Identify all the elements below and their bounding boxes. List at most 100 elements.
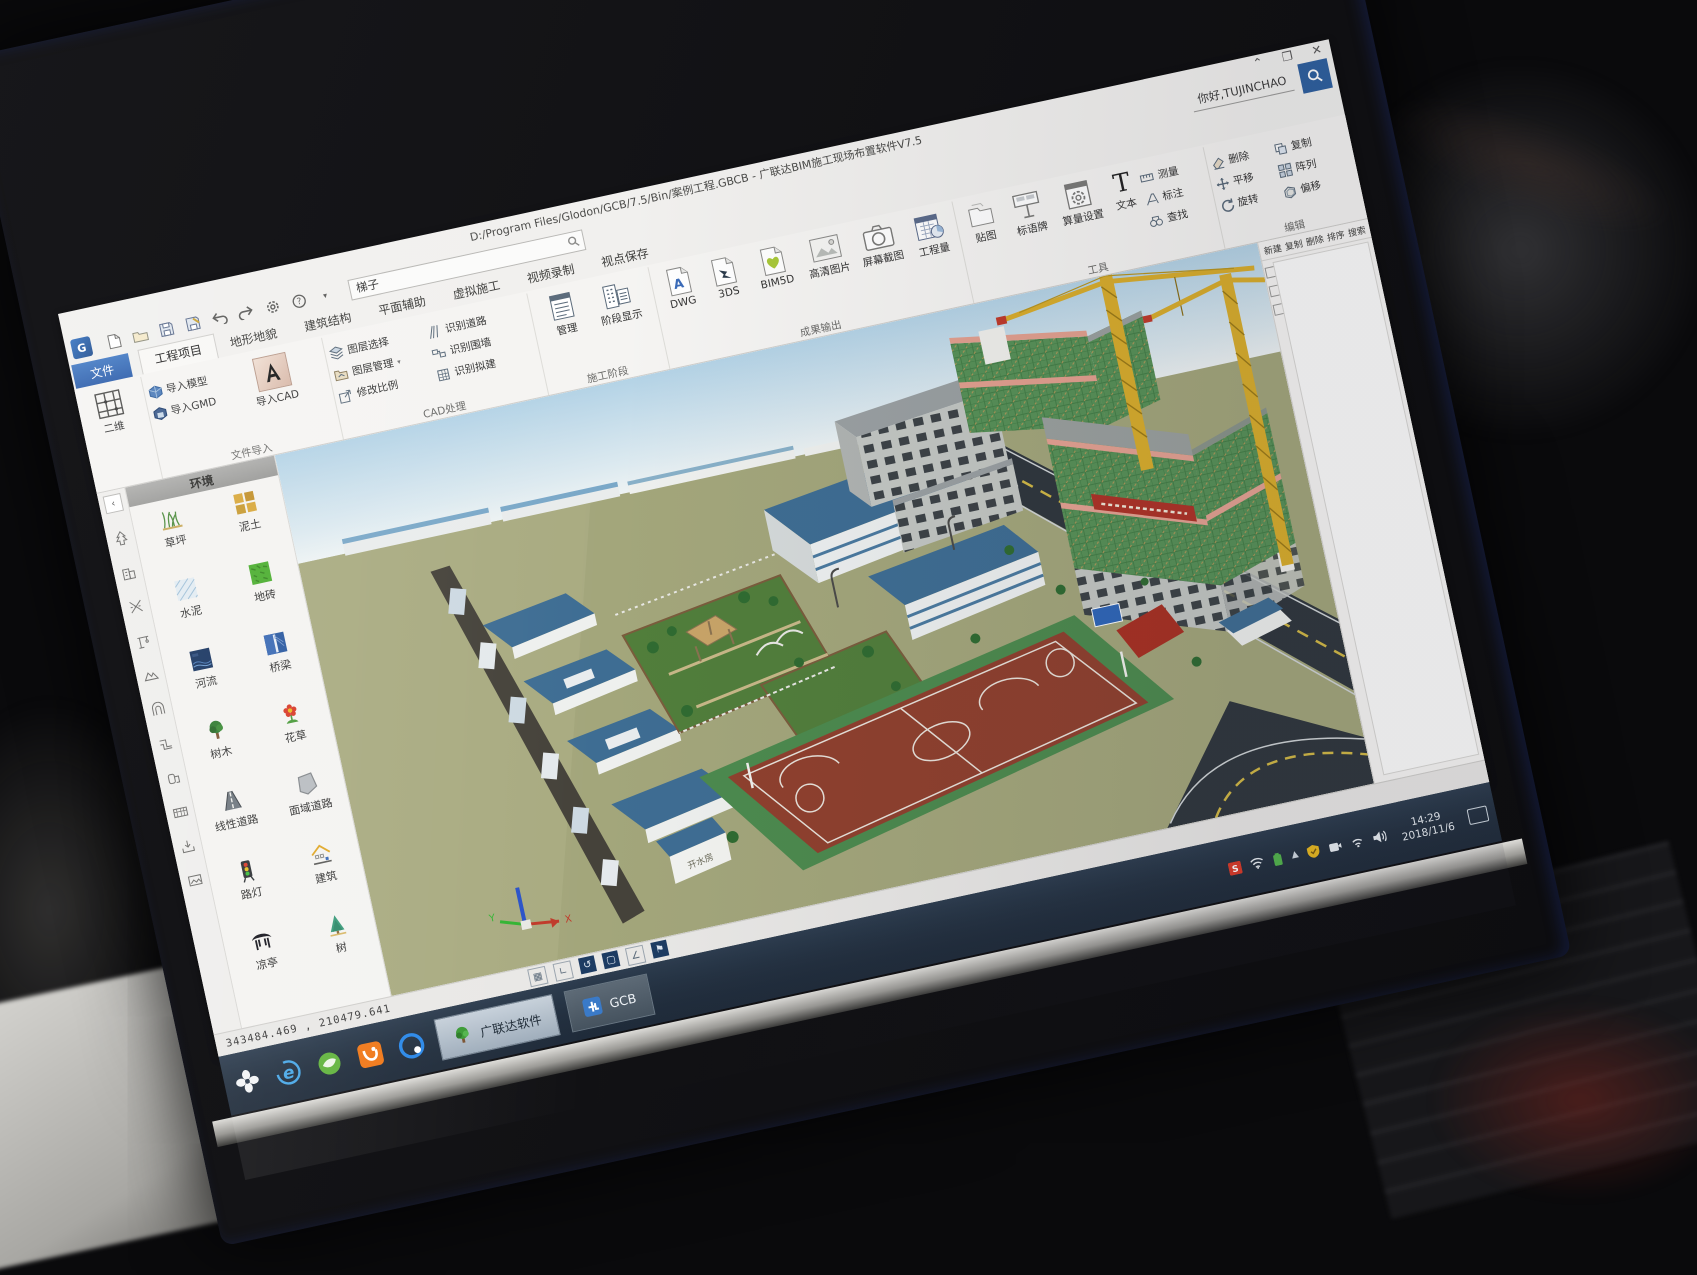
measure-icon [1139,169,1156,186]
search-icon [1306,66,1325,85]
palette-item-pine[interactable]: 树 [297,905,385,986]
road-recognize-icon [426,323,443,340]
screenshot-button[interactable]: 屏幕截图 [850,215,911,272]
ie-browser-icon[interactable]: e [271,1055,307,1091]
grid-2d-icon [93,388,126,421]
eraser-icon [1209,154,1226,171]
tray-s-icon[interactable]: S [1228,860,1243,875]
stage-manage-button[interactable]: 管理 [534,283,593,341]
corner-road-tool-icon[interactable] [154,732,175,753]
quantity-settings-button[interactable]: 算量设置 [1049,172,1110,231]
panel-new-button[interactable]: 新建 [1262,241,1282,258]
help-icon[interactable]: ? [288,290,309,311]
paste-image-button[interactable]: 贴图 [957,194,1008,249]
tree-tool-icon[interactable] [110,527,131,548]
tray-network-icon[interactable] [1350,834,1365,848]
hd-image-button[interactable]: 高清图片 [796,226,857,283]
palette-item-tile[interactable]: 地砖 [221,553,309,634]
orbit-toggle-icon[interactable]: ↺ [578,955,597,974]
tray-camera-icon[interactable] [1327,839,1343,853]
terrain-tool-icon[interactable] [140,664,161,685]
new-file-icon[interactable] [103,330,124,351]
palette-item-cement[interactable]: 水泥 [146,569,234,650]
palette-item-tree[interactable]: 树木 [177,710,265,791]
sign-board-button[interactable]: 标语牌 [1000,183,1057,241]
two-d-button[interactable]: 二维 [81,381,140,439]
palette-item-linear-road[interactable]: 线性道路 [192,781,280,862]
panel-copy-button[interactable]: 复制 [1283,236,1303,253]
help-dropdown-icon[interactable]: ▾ [314,284,335,305]
river-icon [186,645,216,674]
move-arrows-icon [1214,175,1231,192]
tray-battery-icon[interactable] [1272,851,1285,866]
uc-browser-icon[interactable] [353,1037,389,1073]
slope-toggle-icon[interactable]: ∠ [625,945,646,966]
undo-icon[interactable] [209,307,230,328]
quantity-calendar-icon [913,210,946,243]
image-icon [808,233,843,265]
bim5d-file-icon [758,244,787,276]
palette-item-street-lamp[interactable]: 路灯 [207,851,295,932]
palette-item-lawn[interactable]: 草坪 [131,499,219,580]
palette-item-river[interactable]: 河流 [162,640,250,721]
save-icon[interactable] [156,319,177,340]
app-logo[interactable]: G [70,336,94,360]
redo-icon[interactable] [235,302,256,323]
select-toggle-icon[interactable]: ▢ [601,950,620,969]
open-folder-icon[interactable] [130,324,151,345]
annotate-icon [1143,190,1160,207]
camera-icon [861,221,896,253]
taskbar-app-gcb[interactable]: GCB [563,974,655,1033]
image-tool-icon[interactable] [184,869,205,890]
tray-shield-icon[interactable] [1306,843,1321,858]
import-cad-button[interactable]: 导入CAD [237,345,309,412]
palette-item-pavilion[interactable]: 凉亭 [222,921,310,1002]
bridge-icon [260,629,290,658]
stage-display-button[interactable]: 阶段显示 [585,271,652,331]
action-center-icon[interactable] [1467,805,1490,825]
crane-tool-icon[interactable] [132,630,153,651]
palette-item-area-road[interactable]: 面域道路 [266,764,354,845]
binoculars-icon [1148,212,1165,229]
barrel-tool-icon[interactable] [162,767,183,788]
stage-display-icon [600,278,633,311]
tray-speaker-icon[interactable] [1371,829,1387,845]
palette-item-flower[interactable]: 花草 [251,694,339,775]
palette-item-bridge[interactable]: 桥梁 [236,624,324,705]
cad-a-icon [252,352,292,392]
palette-item-soil[interactable]: 泥土 [205,483,293,564]
arch-tool-icon[interactable] [147,698,168,719]
tray-wifi-icon[interactable] [1249,856,1265,871]
panel-sort-button[interactable]: 排序 [1325,227,1345,244]
save-as-icon[interactable] [182,313,203,334]
panel-search-button[interactable]: 搜索 [1346,222,1366,239]
export-3ds-button[interactable]: 3DS [699,249,752,303]
flag-toggle-icon[interactable]: ⚑ [650,940,669,959]
green-browser-icon[interactable] [312,1046,348,1082]
quantities-button[interactable]: 工程量 [903,204,958,262]
array-grid-icon [1277,162,1294,179]
export-dwg-button[interactable]: A DWG [653,259,706,313]
start-button[interactable] [230,1063,266,1099]
signboard-icon [1010,189,1045,223]
angle-toggle-icon[interactable]: ∟ [553,960,574,981]
import-tray-tool-icon[interactable] [177,835,198,856]
road-cross-tool-icon[interactable] [125,596,146,617]
quark-browser-icon[interactable] [394,1028,430,1064]
global-search-button[interactable] [1297,58,1333,94]
export-bim5d-button[interactable]: BIM5D [745,238,804,294]
area-road-icon [291,770,321,799]
tree-icon [201,715,231,744]
collapse-panel-button[interactable]: ‹ [103,493,124,514]
tray-expand-icon[interactable]: ▲ [1290,849,1299,860]
panel-delete-button[interactable]: 删除 [1304,232,1324,249]
building-tool-icon[interactable] [117,561,138,582]
container-tool-icon[interactable] [169,801,190,822]
grid-toggle-icon[interactable]: ▦ [527,966,548,987]
taskbar-clock[interactable]: 14:29 2018/11/6 [1398,808,1456,845]
palette-item-building[interactable]: 建筑 [282,835,370,916]
house-icon [306,840,336,869]
settings-gear-icon[interactable] [262,296,283,317]
texture-folder-icon [965,199,998,230]
keyboard-red-glow [1430,1000,1697,1200]
